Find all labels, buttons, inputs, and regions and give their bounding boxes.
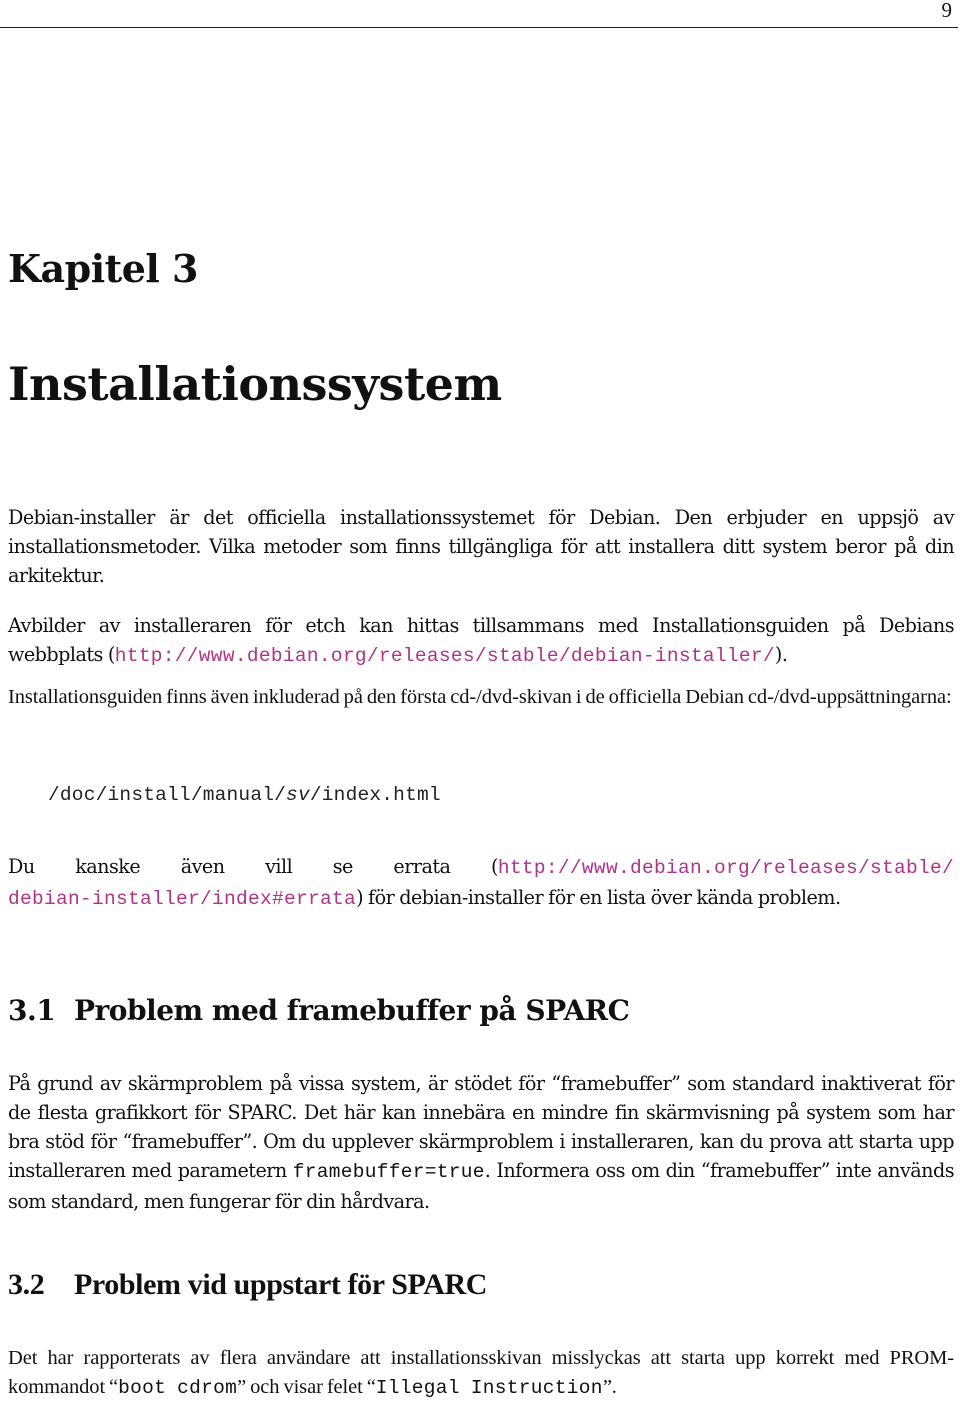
- boot-command: boot cdrom: [118, 1377, 238, 1399]
- intro-paragraph-2-end: ).: [774, 643, 788, 666]
- errata-text: Du kanske även vill se errata (: [8, 855, 498, 878]
- manual-path-suffix: /index.html: [309, 784, 441, 806]
- errata-paragraph: Du kanske även vill se errata (http://ww…: [8, 852, 954, 914]
- errata-link-part-2[interactable]: debian-installer/index#errata: [8, 888, 356, 910]
- section-title: Problem med framebuffer på SPARC: [74, 994, 630, 1027]
- section-number: 3.1: [8, 994, 56, 1027]
- section-3-1-paragraph: På grund av skärmproblem på vissa system…: [8, 1069, 955, 1216]
- intro-paragraph-3-text: Installationsguiden finns även inkludera…: [8, 686, 952, 708]
- intro-paragraph-3: Installationsguiden finns även inkludera…: [8, 683, 954, 712]
- manual-path-prefix: /doc/install/manual/: [48, 784, 287, 806]
- chapter-title: Installationssystem: [8, 357, 502, 411]
- intro-paragraph-1-text: Debian-installer är det officiella insta…: [8, 506, 955, 587]
- errata-link-part-1[interactable]: http://www.debian.org/releases/stable/: [498, 857, 954, 879]
- section-title: Problem vid uppstart för SPARC: [74, 1268, 488, 1301]
- page-number: 9: [941, 0, 953, 22]
- header-rule: [0, 27, 958, 28]
- intro-paragraph-1: Debian-installer är det officiella insta…: [8, 503, 955, 590]
- installer-link[interactable]: http://www.debian.org/releases/stable/de…: [115, 645, 775, 667]
- section-3-2-text-end: ”.: [602, 1376, 617, 1398]
- chapter-label: Kapitel 3: [8, 246, 199, 291]
- framebuffer-param: framebuffer=true: [292, 1161, 485, 1183]
- error-message: Illegal Instruction: [375, 1377, 603, 1399]
- section-3-2-text-mid: ” och visar felet “: [237, 1376, 376, 1398]
- section-heading-3-1: 3.1 Problem med framebuffer på SPARC: [8, 994, 630, 1027]
- manual-path-lang: sv: [286, 784, 310, 806]
- section-heading-3-2: 3.2 Problem vid uppstart för SPARC: [8, 1268, 487, 1302]
- manual-path: /doc/install/manual/sv/index.html: [48, 784, 441, 806]
- section-number: 3.2: [8, 1268, 45, 1301]
- errata-line-1: Du kanske även vill se errata (http://ww…: [8, 852, 954, 883]
- errata-text-end: ) för debian-installer för en lista över…: [356, 886, 841, 909]
- section-3-2-paragraph: Det har rapporterats av flera användare …: [8, 1344, 954, 1403]
- intro-paragraph-2: Avbilder av installeraren för etch kan h…: [8, 611, 955, 671]
